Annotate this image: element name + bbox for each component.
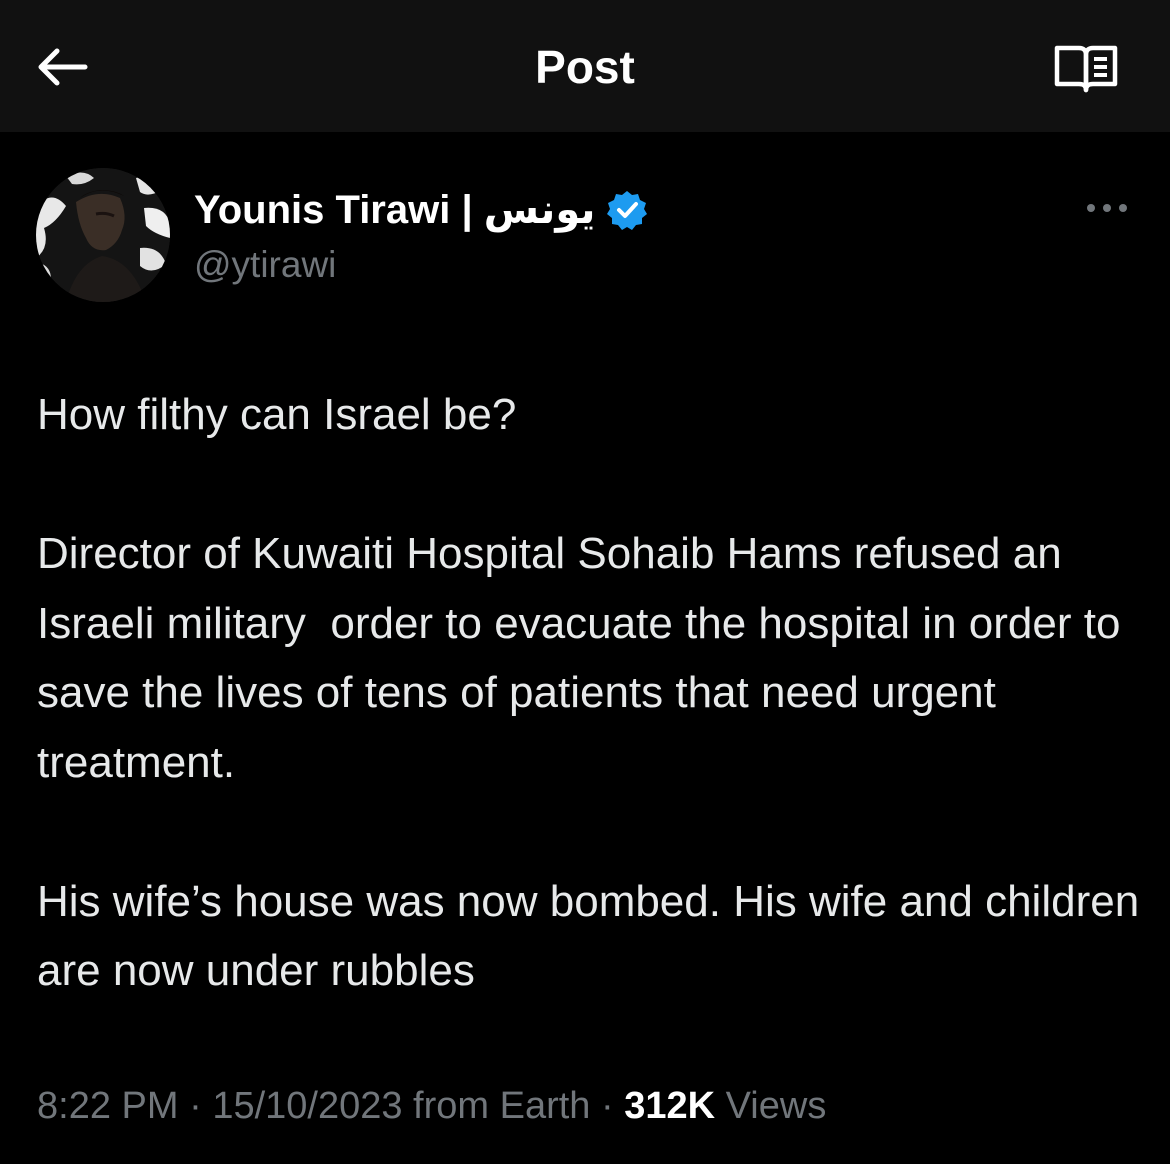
tweet-paragraph: Director of Kuwaiti Hospital Sohaib Hams… [37,529,1133,787]
avatar-image [36,168,170,302]
back-button[interactable] [28,36,94,98]
post-date[interactable]: 15/10/2023 [212,1085,402,1127]
post-time[interactable]: 8:22 PM [37,1085,179,1127]
meta-separator: · [590,1085,625,1127]
author-name-row: Younis Tirawi | يونس [194,184,648,236]
reader-mode-button[interactable] [1046,36,1126,100]
views-label: Views [715,1085,827,1127]
meta-separator: · [178,1085,213,1127]
tweet-text: How filthy can Israel be? Director of Ku… [37,380,1147,1006]
reader-mode-icon [1054,45,1118,93]
page-title: Post [535,41,635,93]
avatar[interactable] [36,168,170,302]
top-bar: Post [0,0,1170,132]
tweet-meta: 8:22 PM · 15/10/2023 from Earth · 312K V… [37,1081,826,1131]
views-count[interactable]: 312K [624,1085,715,1127]
tweet-paragraph: How filthy can Israel be? [37,390,517,439]
author-name[interactable]: Younis Tirawi | يونس [194,184,595,236]
author-handle[interactable]: @ytirawi [194,242,336,288]
tweet-paragraph: His wife’s house was now bombed. His wif… [37,876,1152,996]
more-options-button[interactable] [1078,188,1136,228]
post-source: from Earth [402,1085,591,1127]
more-dots-icon [1087,204,1127,212]
arrow-left-icon [38,48,88,86]
verified-badge-icon [607,190,648,230]
